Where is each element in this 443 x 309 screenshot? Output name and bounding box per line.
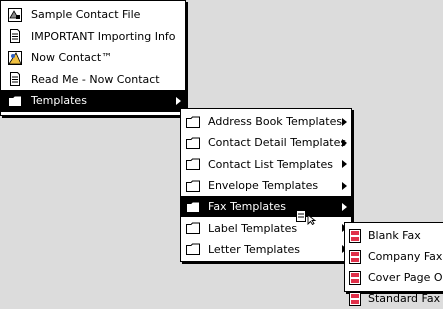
templates-submenu: Address Book Templates Contact Detail Te… bbox=[180, 108, 352, 262]
menu-item-contact-list-templates[interactable]: Contact List Templates bbox=[181, 154, 351, 175]
menu-item-standard-fax[interactable]: Standard Fax bbox=[345, 288, 443, 309]
folder-icon bbox=[7, 93, 23, 109]
fax-template-icon bbox=[347, 249, 363, 265]
folder-icon bbox=[185, 156, 201, 172]
submenu-arrow-icon bbox=[342, 117, 347, 126]
submenu-arrow-icon bbox=[342, 138, 347, 147]
document-icon bbox=[7, 28, 23, 44]
menu-item-label: Sample Contact File bbox=[31, 8, 141, 22]
menu-item-label: Read Me - Now Contact bbox=[31, 72, 160, 86]
menu-item-label: Envelope Templates bbox=[208, 179, 319, 193]
menu-item-label: Standard Fax bbox=[368, 292, 441, 305]
menu-item-label: Letter Templates bbox=[208, 242, 301, 256]
submenu-arrow-icon bbox=[176, 96, 181, 105]
folder-icon bbox=[185, 178, 201, 194]
menu-item-label: Now Contact™ bbox=[31, 51, 113, 65]
menu-item-label: Blank Fax bbox=[368, 229, 421, 242]
fax-template-icon bbox=[347, 291, 363, 307]
menu-item-fax-templates[interactable]: Fax Templates bbox=[181, 196, 351, 218]
folder-icon bbox=[185, 199, 201, 215]
menu-item-envelope-templates[interactable]: Envelope Templates bbox=[181, 175, 351, 196]
menu-item-now-contact[interactable]: Now Contact™ bbox=[1, 47, 185, 69]
menu-item-address-book-templates[interactable]: Address Book Templates bbox=[181, 111, 351, 132]
menu-item-contact-detail-templates[interactable]: Contact Detail Templates bbox=[181, 132, 351, 153]
folder-icon bbox=[185, 135, 201, 151]
contact-file-icon bbox=[7, 7, 23, 23]
app-icon bbox=[7, 50, 23, 66]
menu-item-label-templates[interactable]: Label Templates bbox=[181, 217, 351, 238]
folder-icon bbox=[185, 114, 201, 130]
menu-item-label: Address Book Templates bbox=[208, 115, 343, 129]
folder-icon bbox=[185, 241, 201, 257]
menu-item-important-importing-info[interactable]: IMPORTANT Importing Info bbox=[1, 26, 185, 48]
menu-item-label: Templates bbox=[31, 94, 87, 108]
menu-item-letter-templates[interactable]: Letter Templates bbox=[181, 239, 351, 260]
menu-item-templates[interactable]: Templates bbox=[1, 90, 185, 112]
menu-item-sample-contact-file[interactable]: Sample Contact File bbox=[1, 4, 185, 26]
menu-item-label: IMPORTANT Importing Info bbox=[31, 29, 176, 43]
document-icon bbox=[7, 71, 23, 87]
menu-item-blank-fax[interactable]: Blank Fax bbox=[345, 225, 443, 246]
menu-item-company-fax[interactable]: Company Fax bbox=[345, 246, 443, 267]
menu-item-label: Contact List Templates bbox=[208, 157, 333, 171]
submenu-arrow-icon bbox=[342, 202, 347, 211]
fax-template-icon bbox=[347, 228, 363, 244]
menu-item-label: Contact Detail Templates bbox=[208, 136, 347, 150]
menu-item-label: Fax Templates bbox=[208, 200, 286, 214]
main-menu: Sample Contact File IMPORTANT Importing … bbox=[0, 0, 186, 116]
submenu-arrow-icon bbox=[342, 160, 347, 169]
fax-templates-submenu: Blank Fax Company Fax Cover Page Only St… bbox=[344, 222, 443, 306]
folder-icon bbox=[185, 220, 201, 236]
menu-item-label: Label Templates bbox=[208, 221, 298, 235]
drag-cursor-icon bbox=[295, 209, 317, 226]
menu-item-label: Company Fax bbox=[368, 250, 443, 263]
menu-item-read-me[interactable]: Read Me - Now Contact bbox=[1, 69, 185, 91]
submenu-arrow-icon bbox=[342, 181, 347, 190]
